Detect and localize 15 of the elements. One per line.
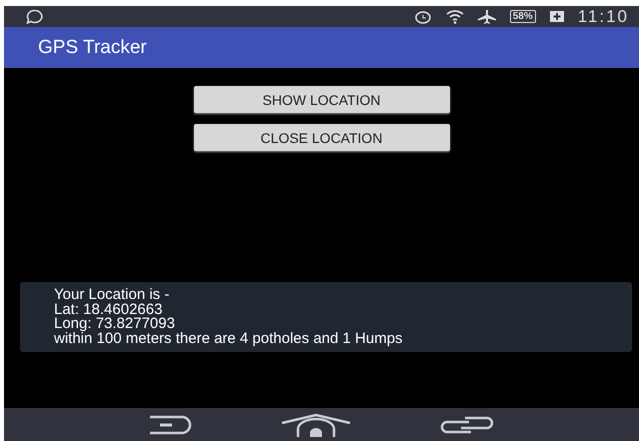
wifi-icon — [446, 10, 464, 24]
airplane-icon — [478, 10, 496, 24]
charging-icon — [550, 11, 564, 22]
location-button[interactable]: SHOW LOCATION — [194, 86, 450, 113]
toast-text: within 100 meters there are 4 potholes and 1 Humps — [54, 332, 404, 346]
alarm-clock-icon — [414, 10, 432, 24]
battery-level: 58% — [510, 10, 536, 23]
toast-text: Lat: 18.4602663 — [54, 302, 164, 317]
app-title: GPS Tracker — [38, 36, 147, 58]
location-button[interactable]: CLOSE LOCATION — [194, 124, 450, 151]
chat-bubble-icon — [26, 8, 44, 24]
clock-time: 11:10 — [578, 6, 629, 26]
toast-text: Long: 73.8277093 — [54, 317, 176, 332]
home-icon[interactable] — [280, 412, 352, 436]
toast-text: Your Location is - — [54, 288, 170, 302]
